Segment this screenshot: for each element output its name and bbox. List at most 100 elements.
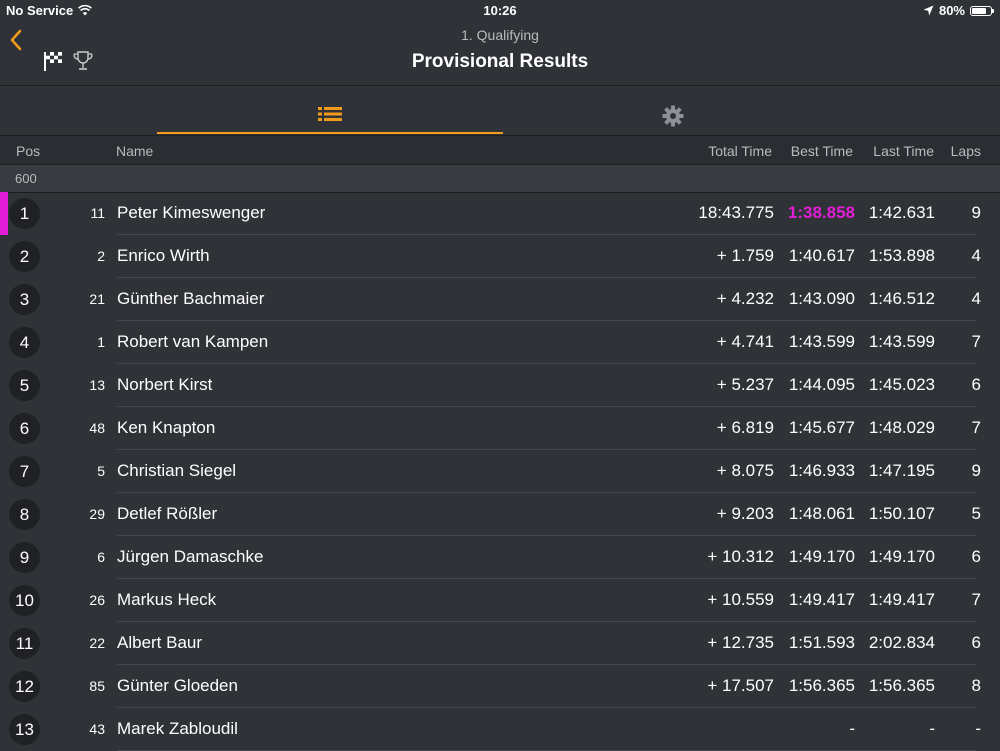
last-time: 1:45.023 [868,375,935,394]
result-row[interactable]: 4 1 Robert van Kampen + 4.741 1:43.599 1:43.5… [0,321,1000,364]
driver-name: Detlef Rößler [117,504,218,523]
position-badge: 4 [9,327,40,358]
fastest-lap-indicator [0,192,8,235]
last-time: 1:56.365 [868,676,935,695]
column-header: Pos Name Total Time Best Time Last Time … [0,135,1000,165]
result-row[interactable]: 11 22 Albert Baur + 12.735 1:51.593 2:02.834 6 [0,622,1000,665]
laps-count: - [975,719,981,738]
best-time: - [849,719,855,738]
tab-list[interactable] [157,86,503,134]
position-badge: 13 [9,714,40,745]
status-right: 80% [923,3,994,18]
driver-name: Albert Baur [117,633,203,652]
total-time: + 9.203 [716,504,774,523]
car-number: 2 [97,248,105,264]
car-number: 43 [89,721,105,737]
last-time: 1:49.417 [868,590,935,609]
total-time: + 1.759 [716,246,774,265]
column-name[interactable]: Name [116,143,153,159]
last-time: 1:48.029 [868,418,935,437]
laps-count: 7 [971,418,981,437]
total-time: + 5.237 [716,375,774,394]
result-row[interactable]: 13 43 Marek Zabloudil - - - [0,708,1000,751]
total-time: 18:43.775 [698,203,774,222]
battery-percent: 80% [938,3,965,18]
laps-count: 8 [971,676,981,695]
total-time: + 17.507 [707,676,774,695]
last-time: 1:43.599 [868,332,935,351]
total-time: + 6.819 [716,418,774,437]
last-time: 2:02.834 [868,633,935,652]
car-number: 48 [89,420,105,436]
best-time: 1:44.095 [788,375,855,394]
result-row[interactable]: 5 13 Norbert Kirst + 5.237 1:44.095 1:45.023 6 [0,364,1000,407]
column-total-time[interactable]: Total Time [708,143,772,159]
result-row[interactable]: 2 2 Enrico Wirth + 1.759 1:40.617 1:53.898 4 [0,235,1000,278]
position-badge: 8 [9,499,40,530]
position-badge: 9 [9,542,40,573]
result-row[interactable]: 3 21 Günther Bachmaier + 4.232 1:43.090 1:46.… [0,278,1000,321]
result-row[interactable]: 1 11 Peter Kimeswenger 18:43.775 1:38.858 1:4… [0,192,1000,235]
total-time: + 4.232 [716,289,774,308]
column-pos[interactable]: Pos [16,143,40,159]
total-time: + 12.735 [707,633,774,652]
result-row[interactable]: 8 29 Detlef Rößler + 9.203 1:48.061 1:50.107 5 [0,493,1000,536]
battery-icon [970,5,994,16]
car-number: 29 [89,506,105,522]
best-time: 1:51.593 [788,633,855,652]
driver-name: Robert van Kampen [117,332,269,351]
total-time: + 10.559 [707,590,774,609]
car-number: 22 [89,635,105,651]
result-row[interactable]: 7 5 Christian Siegel + 8.075 1:46.933 1:47.19… [0,450,1000,493]
driver-name: Markus Heck [117,590,217,609]
driver-name: Jürgen Damaschke [117,547,264,566]
list-icon [318,107,342,121]
column-best-time[interactable]: Best Time [791,143,853,159]
class-group-header: 600 [0,164,1000,193]
best-time: 1:49.170 [788,547,855,566]
results-list: 1 11 Peter Kimeswenger 18:43.775 1:38.858 1:4… [0,192,1000,751]
laps-count: 4 [971,246,981,265]
laps-count: 4 [971,289,981,308]
result-row[interactable]: 9 6 Jürgen Damaschke + 10.312 1:49.170 1:49.1… [0,536,1000,579]
location-arrow-icon [923,5,934,16]
position-badge: 3 [9,284,40,315]
best-time: 1:56.365 [788,676,855,695]
car-number: 5 [97,463,105,479]
best-time: 1:48.061 [788,504,855,523]
best-time: 1:40.617 [788,246,855,265]
active-tab-indicator [157,132,503,134]
result-row[interactable]: 12 85 Günter Gloeden + 17.507 1:56.365 1:56.3… [0,665,1000,708]
last-time: 1:46.512 [868,289,935,308]
last-time: - [929,719,935,738]
driver-name: Peter Kimeswenger [117,203,266,222]
position-badge: 6 [9,413,40,444]
car-number: 21 [89,291,105,307]
result-row[interactable]: 10 26 Markus Heck + 10.559 1:49.417 1:49.417 7 [0,579,1000,622]
car-number: 13 [89,377,105,393]
tab-bar [0,86,1000,134]
position-badge: 7 [9,456,40,487]
column-last-time[interactable]: Last Time [873,143,934,159]
column-laps[interactable]: Laps [951,143,981,159]
total-time: + 4.741 [716,332,774,351]
laps-count: 5 [971,504,981,523]
nav-header: 1. Qualifying Provisional Results [0,20,1000,85]
driver-name: Günther Bachmaier [117,289,265,308]
last-time: 1:53.898 [868,246,935,265]
position-badge: 1 [9,198,40,229]
driver-name: Ken Knapton [117,418,216,437]
total-time: + 8.075 [716,461,774,480]
car-number: 85 [89,678,105,694]
position-badge: 2 [9,241,40,272]
tab-settings[interactable] [503,86,843,134]
laps-count: 7 [971,590,981,609]
last-time: 1:49.170 [868,547,935,566]
best-time: 1:45.677 [788,418,855,437]
page-title: Provisional Results [411,51,589,72]
driver-name: Marek Zabloudil [117,719,238,738]
last-time: 1:47.195 [868,461,935,480]
driver-name: Enrico Wirth [117,246,210,265]
last-time: 1:50.107 [868,504,935,523]
result-row[interactable]: 6 48 Ken Knapton + 6.819 1:45.677 1:48.029 7 [0,407,1000,450]
